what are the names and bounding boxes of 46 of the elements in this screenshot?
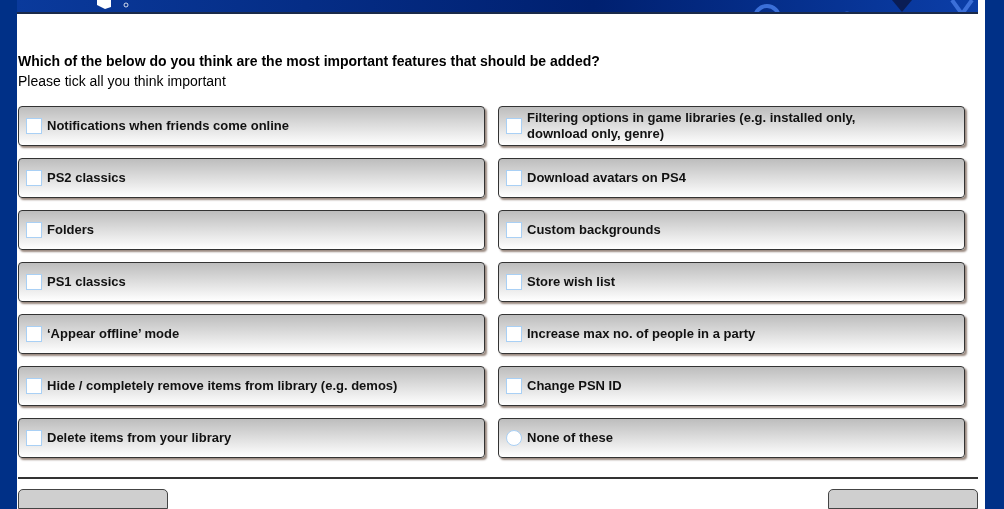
checkbox[interactable] <box>506 222 522 238</box>
option-tile[interactable]: Delete items from your library <box>18 418 485 458</box>
checkbox[interactable] <box>506 274 522 290</box>
checkbox[interactable] <box>506 326 522 342</box>
option-tile[interactable]: Filtering options in game libraries (e.g. installed only, download only, genre) <box>498 106 965 146</box>
option-tile[interactable]: None of these <box>498 418 965 458</box>
option-label: Filtering options in game libraries (e.g. installed only, download only, genre) <box>527 110 857 142</box>
question-title: Which of the below do you think are the most important features that should be added? <box>18 52 601 70</box>
option-label: Change PSN ID <box>527 378 622 394</box>
option-tile[interactable]: PS2 classics <box>18 158 485 198</box>
checkbox[interactable] <box>26 170 42 186</box>
option-tile[interactable]: Change PSN ID <box>498 366 965 406</box>
checkbox[interactable] <box>26 378 42 394</box>
checkbox[interactable] <box>506 378 522 394</box>
option-tile[interactable]: ‘Appear offline’ mode <box>18 314 485 354</box>
question-hint: Please tick all you think important <box>18 72 227 90</box>
option-label: Increase max no. of people in a party <box>527 326 756 342</box>
option-label: Download avatars on PS4 <box>527 170 686 186</box>
option-tile[interactable]: Download avatars on PS4 <box>498 158 965 198</box>
option-tile[interactable]: Folders <box>18 210 485 250</box>
checkbox[interactable] <box>26 222 42 238</box>
option-tile[interactable]: Notifications when friends come online <box>18 106 485 146</box>
option-label: Notifications when friends come online <box>47 118 289 134</box>
option-label: Folders <box>47 222 94 238</box>
checkbox[interactable] <box>506 118 522 134</box>
checkbox[interactable] <box>26 118 42 134</box>
checkbox[interactable] <box>26 430 42 446</box>
checkbox[interactable] <box>26 326 42 342</box>
next-button[interactable] <box>828 489 978 509</box>
option-label: Store wish list <box>527 274 616 290</box>
option-label: PS2 classics <box>47 170 126 186</box>
option-tile[interactable]: Hide / completely remove items from library (e.g. demos) <box>18 366 485 406</box>
option-tile[interactable]: PS1 classics <box>18 262 485 302</box>
option-tile[interactable]: Increase max no. of people in a party <box>498 314 965 354</box>
option-label: PS1 classics <box>47 274 126 290</box>
option-label: ‘Appear offline’ mode <box>47 326 180 342</box>
option-tile[interactable]: Custom backgrounds <box>498 210 965 250</box>
back-button[interactable] <box>18 489 168 509</box>
checkbox[interactable] <box>506 170 522 186</box>
option-label: Hide / completely remove items from library (e.g. demos) <box>47 378 398 394</box>
option-tile[interactable]: Store wish list <box>498 262 965 302</box>
option-label: None of these <box>527 430 613 446</box>
radio-button[interactable] <box>506 430 522 446</box>
option-label: Custom backgrounds <box>527 222 661 238</box>
checkbox[interactable] <box>26 274 42 290</box>
option-label: Delete items from your library <box>47 430 232 446</box>
